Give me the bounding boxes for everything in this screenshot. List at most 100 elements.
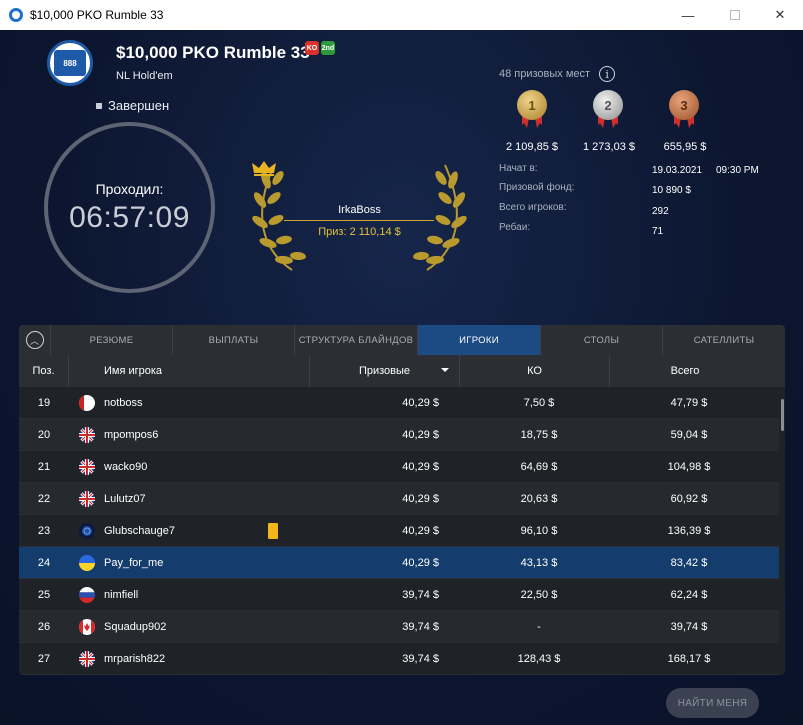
winner-divider [284, 220, 434, 221]
row-player-name: mrparish822 [104, 652, 166, 665]
sort-desc-icon [441, 368, 449, 372]
table-row[interactable]: 19 notboss 40,29 $ 7,50 $ 47,79 $ [19, 387, 779, 419]
row-extra [268, 651, 318, 667]
row-prize: 39,74 $ [402, 652, 439, 665]
find-me-button[interactable]: НАЙТИ МЕНЯ [666, 688, 759, 718]
row-total: 168,17 $ [667, 652, 711, 665]
col-name[interactable]: Имя игрока [69, 355, 310, 387]
start-time: 09:30 PM [716, 165, 759, 176]
row-pos: 25 [37, 588, 51, 601]
maximize-button[interactable] [712, 0, 758, 30]
first-prize-amount: 2 109,85 $ [506, 141, 558, 153]
table-row[interactable]: 24 Pay_for_me 40,29 $ 43,13 $ 83,42 $ [19, 547, 779, 579]
row-total: 104,98 $ [667, 460, 711, 473]
close-button[interactable]: ✕ [757, 0, 803, 30]
tab-players[interactable]: ИГРОКИ [418, 325, 541, 355]
rebuys-value: 71 [652, 226, 664, 237]
table-row[interactable]: 26 Squadup902 39,74 $ - 39,74 $ [19, 611, 779, 643]
minimize-button[interactable]: — [665, 0, 711, 30]
row-prize: 40,29 $ [402, 428, 439, 441]
canada-flag-icon [79, 618, 95, 635]
tab-blinds[interactable]: СТРУКТУРА БЛАЙНДОВ [295, 325, 418, 355]
tournament-logo: 888 [47, 40, 93, 86]
players-panel: ︿ РЕЗЮМЕ ВЫПЛАТЫ СТРУКТУРА БЛАЙНДОВ ИГРО… [19, 325, 785, 675]
row-ko: - [537, 620, 541, 633]
row-player-name: Glubschauge7 [104, 524, 175, 537]
collapse-toggle[interactable]: ︿ [19, 325, 51, 355]
row-pos: 27 [37, 652, 51, 665]
table-row[interactable]: 20 mpompos6 40,29 $ 18,75 $ 59,04 $ [19, 419, 779, 451]
game-type: NL Hold'em [116, 70, 173, 82]
row-ko: 43,13 $ [520, 556, 558, 569]
row-total: 39,74 $ [670, 620, 708, 633]
scrollbar-thumb[interactable] [781, 399, 784, 431]
row-extra [268, 522, 318, 539]
third-prize-amount: 655,95 $ [663, 141, 707, 153]
col-total[interactable]: Всего [610, 355, 760, 387]
uk-flag-icon [79, 490, 95, 507]
row-player-name: mpompos6 [104, 428, 159, 441]
table-row[interactable]: 22 Lulutz07 40,29 $ 20,63 $ 60,92 $ [19, 483, 779, 515]
col-pos[interactable]: Поз. [19, 355, 69, 387]
row-player-name: Squadup902 [104, 620, 167, 633]
table-row[interactable]: 25 nimfiell 39,74 $ 22,50 $ 62,24 $ [19, 579, 779, 611]
note-icon[interactable] [268, 522, 278, 539]
gold-medal-icon: 1 [517, 90, 549, 130]
row-extra [268, 491, 318, 507]
blank-flag-icon [79, 394, 95, 411]
row-ko: 20,63 $ [520, 492, 558, 505]
row-extra [268, 459, 318, 475]
start-label: Начат в: [499, 163, 538, 174]
row-prize: 39,74 $ [402, 588, 439, 601]
players-list: 19 notboss 40,29 $ 7,50 $ 47,79 $ 20 mpompos6 4… [19, 387, 779, 675]
row-player-name: Pay_for_me [104, 556, 164, 569]
row-pos: 20 [37, 428, 51, 441]
prize-pool-label: Призовой фонд: [499, 182, 575, 193]
row-pos: 19 [37, 396, 51, 409]
tab-satellites[interactable]: САТЕЛЛИТЫ [663, 325, 785, 355]
row-ko: 22,50 $ [520, 588, 558, 601]
prize-places: 48 призовых мест i [499, 66, 616, 82]
row-player-name: wacko90 [104, 460, 148, 473]
duration-value: 06:57:09 [69, 200, 190, 234]
window-title: $10,000 PKO Rumble 33 [30, 8, 164, 22]
col-ko[interactable]: КО [460, 355, 610, 387]
medal-rank: 2 [593, 90, 623, 120]
second-chance-badge-icon: 2nd [321, 41, 335, 55]
uk-flag-icon [79, 650, 95, 667]
row-extra [268, 395, 318, 411]
info-icon[interactable]: i [599, 66, 616, 82]
row-total: 60,92 $ [670, 492, 708, 505]
total-players-value: 292 [652, 206, 669, 217]
row-player-name: Lulutz07 [104, 492, 146, 505]
winner-name: IrkaBoss [338, 204, 381, 216]
ukraine-flag-icon [79, 554, 95, 571]
duration-label: Проходил: [95, 180, 164, 197]
ko-badge-icon: KO [305, 41, 319, 55]
table-row[interactable]: 23 Glubschauge7 40,29 $ 96,10 $ 136,39 $ [19, 515, 779, 547]
crown-icon [252, 161, 276, 176]
winner-block: IrkaBoss Приз: 2 110,14 $ [252, 160, 467, 275]
uk-flag-icon [79, 458, 95, 475]
rebuys-label: Ребаи: [499, 222, 531, 233]
row-pos: 24 [37, 556, 51, 569]
russia-flag-icon [79, 586, 95, 603]
row-prize: 40,29 $ [402, 460, 439, 473]
start-date: 19.03.2021 [652, 165, 703, 176]
table-header: Поз. Имя игрока Призовые КО Всего [19, 355, 785, 387]
table-row[interactable]: 21 wacko90 40,29 $ 64,69 $ 104,98 $ [19, 451, 779, 483]
medal-rank: 3 [669, 90, 699, 120]
scrollbar[interactable] [780, 387, 785, 675]
row-total: 47,79 $ [670, 396, 708, 409]
tab-tables[interactable]: СТОЛЫ [541, 325, 663, 355]
row-extra [268, 555, 318, 571]
bronze-medal-icon: 3 [669, 90, 701, 130]
row-extra [268, 619, 318, 635]
duration-circle: Проходил: 06:57:09 [44, 122, 215, 293]
tab-payouts[interactable]: ВЫПЛАТЫ [173, 325, 295, 355]
table-row[interactable]: 27 mrparish822 39,74 $ 128,43 $ 168,17 $ [19, 643, 779, 675]
col-prize[interactable]: Призовые [310, 355, 460, 387]
chevron-up-icon: ︿ [25, 331, 44, 349]
tab-summary[interactable]: РЕЗЮМЕ [51, 325, 173, 355]
row-pos: 26 [37, 620, 51, 633]
